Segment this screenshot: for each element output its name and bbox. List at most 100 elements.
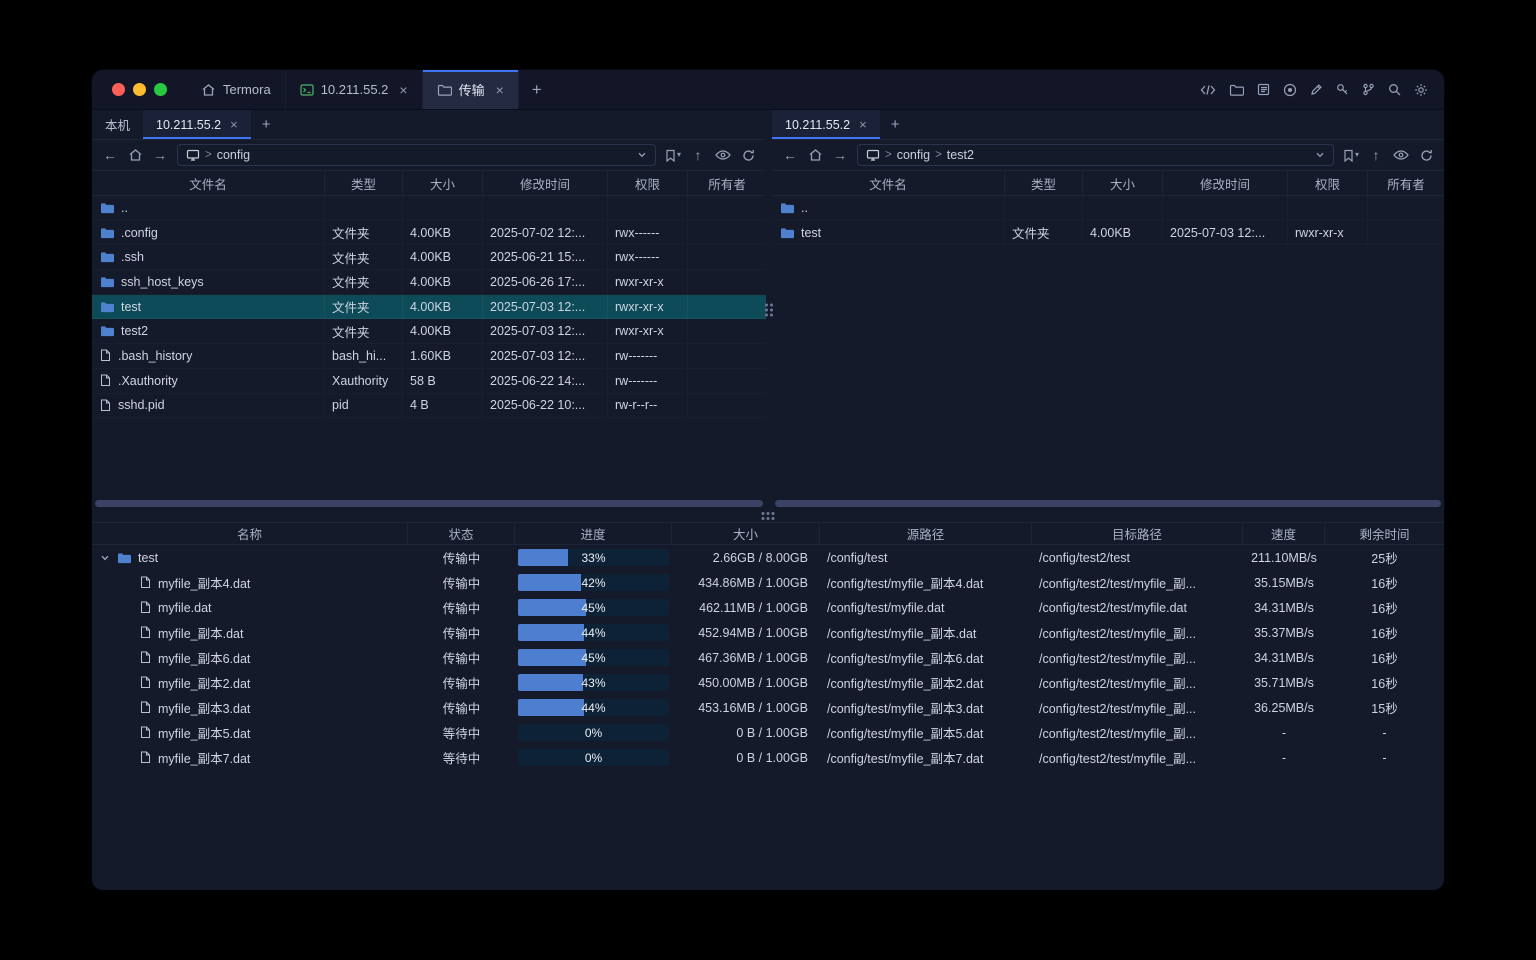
transfer-name-cell: myfile_副本.dat [92, 623, 408, 642]
horizontal-scrollbar[interactable] [775, 500, 1441, 507]
column-header[interactable]: 文件名 [92, 171, 325, 195]
transfer-row[interactable]: myfile_副本.dat传输中44%452.94MB / 1.00GB/con… [92, 620, 1444, 645]
log-icon[interactable] [1257, 83, 1270, 96]
chevron-down-icon[interactable] [1315, 150, 1325, 160]
minimize-window-button[interactable] [133, 83, 146, 96]
new-panel-tab-button[interactable]: + [251, 110, 282, 139]
file-row[interactable]: .. [772, 196, 1444, 221]
status-cell: 传输中 [408, 648, 515, 667]
up-directory-button[interactable]: ↑ [1368, 148, 1384, 162]
column-header[interactable]: 修改时间 [483, 171, 608, 195]
path-segment[interactable]: config [217, 148, 250, 162]
column-header[interactable]: 文件名 [772, 171, 1005, 195]
tab-host[interactable]: 10.211.55.2 × [286, 70, 423, 109]
column-header[interactable]: 源路径 [820, 523, 1032, 544]
transfer-row[interactable]: myfile_副本2.dat传输中43%450.00MB / 1.00GB/co… [92, 670, 1444, 695]
close-icon[interactable]: × [859, 117, 867, 132]
transfer-row[interactable]: myfile_副本7.dat等待中0%0 B / 1.00GB/config/t… [92, 745, 1444, 770]
chevron-down-icon[interactable] [637, 150, 647, 160]
column-header[interactable]: 大小 [672, 523, 820, 544]
column-header[interactable]: 类型 [1005, 171, 1083, 195]
horizontal-scrollbar[interactable] [95, 500, 763, 507]
path-segment[interactable]: test2 [947, 148, 974, 162]
transfer-row[interactable]: test传输中33%2.66GB / 8.00GB/config/test/co… [92, 545, 1444, 570]
file-row[interactable]: test文件夹4.00KB2025-07-03 12:...rwxr-xr-x [772, 221, 1444, 246]
file-name-cell: test [772, 221, 1005, 246]
path-bar[interactable]: >config [177, 144, 656, 166]
column-header[interactable]: 名称 [92, 523, 408, 544]
column-header[interactable]: 状态 [408, 523, 515, 544]
close-icon[interactable]: × [399, 82, 407, 98]
column-header[interactable]: 权限 [608, 171, 688, 195]
transfer-row[interactable]: myfile_副本3.dat传输中44%453.16MB / 1.00GB/co… [92, 695, 1444, 720]
settings-gear-icon[interactable] [1414, 83, 1428, 97]
file-row[interactable]: test文件夹4.00KB2025-07-03 12:...rwxr-xr-x [92, 295, 766, 320]
path-segment[interactable]: config [897, 148, 930, 162]
column-header[interactable]: 修改时间 [1163, 171, 1288, 195]
folder-icon[interactable] [1229, 84, 1244, 96]
refresh-button[interactable] [1418, 149, 1434, 162]
back-button[interactable]: ← [102, 148, 118, 162]
panel-tab-host[interactable]: 10.211.55.2 × [772, 110, 880, 139]
column-header[interactable]: 大小 [403, 171, 483, 195]
panel-tab-local[interactable]: 本机 [92, 110, 143, 139]
permissions-cell: rwxr-xr-x [1288, 221, 1368, 246]
tab-transfer[interactable]: 传输 × [423, 70, 519, 109]
file-row[interactable]: .config文件夹4.00KB2025-07-02 12:...rwx----… [92, 221, 766, 246]
target-path-cell: /config/test2/test/myfile_副... [1032, 623, 1243, 642]
transfer-name: myfile_副本2.dat [158, 673, 250, 692]
tab-home[interactable]: Termora [187, 70, 286, 109]
bookmark-button[interactable]: ▾ [1343, 149, 1359, 162]
close-icon[interactable]: × [230, 117, 238, 132]
column-header[interactable]: 目标路径 [1032, 523, 1243, 544]
file-row[interactable]: .. [92, 196, 766, 221]
file-row[interactable]: .ssh文件夹4.00KB2025-06-21 15:...rwx------ [92, 245, 766, 270]
column-header[interactable]: 大小 [1083, 171, 1163, 195]
edit-icon[interactable] [1310, 83, 1323, 96]
transfer-splitter[interactable] [92, 510, 1444, 522]
search-icon[interactable] [1388, 83, 1401, 96]
column-header[interactable]: 所有者 [688, 171, 766, 195]
file-row[interactable]: .XauthorityXauthority58 B2025-06-22 14:.… [92, 369, 766, 394]
chevron-down-icon[interactable] [100, 553, 110, 563]
file-row[interactable]: .bash_historybash_hi...1.60KB2025-07-03 … [92, 344, 766, 369]
transfer-row[interactable]: myfile.dat传输中45%462.11MB / 1.00GB/config… [92, 595, 1444, 620]
key-icon[interactable] [1336, 83, 1349, 96]
close-icon[interactable]: × [496, 82, 504, 98]
owner-cell [688, 270, 766, 295]
column-header[interactable]: 进度 [515, 523, 672, 544]
transfer-row[interactable]: myfile_副本6.dat传输中45%467.36MB / 1.00GB/co… [92, 645, 1444, 670]
code-icon[interactable] [1200, 84, 1216, 96]
record-icon[interactable] [1283, 83, 1297, 97]
show-hidden-eye-button[interactable] [715, 149, 731, 161]
column-header[interactable]: 所有者 [1368, 171, 1444, 195]
file-row[interactable]: ssh_host_keys文件夹4.00KB2025-06-26 17:...r… [92, 270, 766, 295]
transfer-panel: 名称状态进度大小源路径目标路径速度剩余时间 test传输中33%2.66GB /… [92, 522, 1444, 890]
refresh-button[interactable] [740, 149, 756, 162]
zoom-window-button[interactable] [154, 83, 167, 96]
bookmark-button[interactable]: ▾ [665, 149, 681, 162]
column-header[interactable]: 剩余时间 [1325, 523, 1444, 544]
file-row[interactable]: test2文件夹4.00KB2025-07-03 12:...rwxr-xr-x [92, 319, 766, 344]
home-button[interactable] [127, 148, 143, 162]
column-header[interactable]: 权限 [1288, 171, 1368, 195]
new-panel-tab-button[interactable]: + [880, 110, 911, 139]
file-name-cell: .config [92, 221, 325, 246]
new-tab-button[interactable]: + [519, 70, 555, 109]
column-header[interactable]: 类型 [325, 171, 403, 195]
home-button[interactable] [807, 148, 823, 162]
branch-icon[interactable] [1362, 83, 1375, 96]
panel-tab-host[interactable]: 10.211.55.2 × [143, 110, 251, 139]
path-bar[interactable]: >config>test2 [857, 144, 1334, 166]
transfer-row[interactable]: myfile_副本4.dat传输中42%434.86MB / 1.00GB/co… [92, 570, 1444, 595]
up-directory-button[interactable]: ↑ [690, 148, 706, 162]
back-button[interactable]: ← [782, 148, 798, 162]
file-row[interactable]: sshd.pidpid4 B2025-06-22 10:...rw-r--r-- [92, 394, 766, 419]
forward-button[interactable]: → [152, 148, 168, 162]
forward-button[interactable]: → [832, 148, 848, 162]
file-name-cell: .bash_history [92, 344, 325, 369]
show-hidden-eye-button[interactable] [1393, 149, 1409, 161]
close-window-button[interactable] [112, 83, 125, 96]
transfer-row[interactable]: myfile_副本5.dat等待中0%0 B / 1.00GB/config/t… [92, 720, 1444, 745]
column-header[interactable]: 速度 [1243, 523, 1325, 544]
